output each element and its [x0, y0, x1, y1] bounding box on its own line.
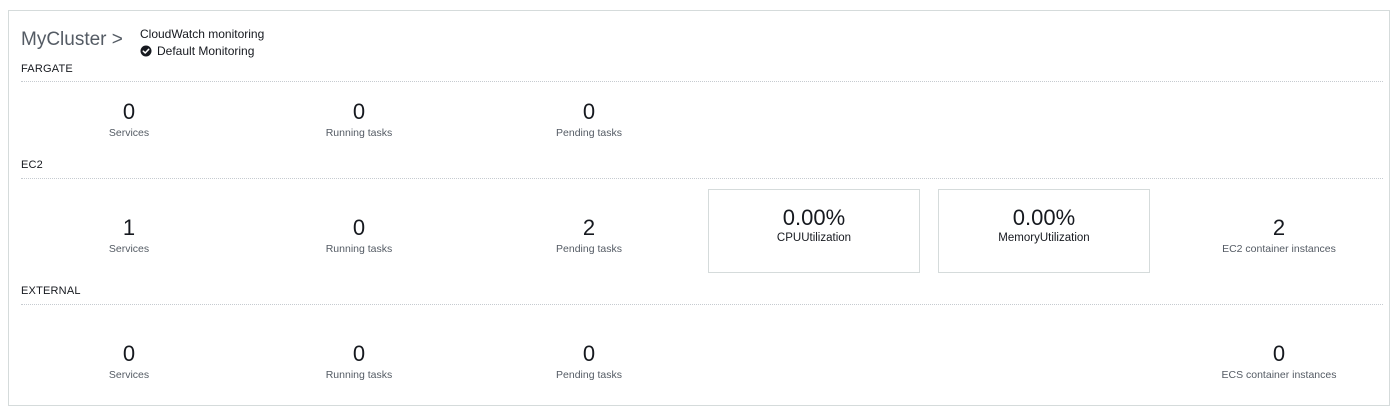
metric-ec2-container-instances: 2 EC2 container instances: [1169, 215, 1389, 256]
cloudwatch-monitoring: CloudWatch monitoring Default Monitoring: [140, 27, 264, 58]
metric-label: CPUUtilization: [776, 232, 852, 244]
metric-value: 0.00%: [782, 205, 846, 230]
section-divider: [21, 304, 1383, 305]
metric-value: 0: [122, 99, 136, 124]
metric-value: 0: [122, 341, 136, 366]
monitoring-title: CloudWatch monitoring: [140, 27, 265, 41]
metric-value: 2: [1272, 215, 1286, 240]
metric-label: Running tasks: [325, 127, 393, 139]
metric-label: Services: [108, 369, 150, 381]
metric-value: 0: [352, 215, 366, 240]
metric-label: Pending tasks: [556, 369, 622, 381]
metric-ec2-services: 1 Services: [19, 215, 239, 256]
check-circle-icon: [140, 45, 152, 57]
section-divider: [21, 178, 1383, 179]
metric-ec2-running-tasks: 0 Running tasks: [249, 215, 469, 256]
metric-value: 0: [582, 341, 596, 366]
cluster-overview-panel: MyCluster > CloudWatch monitoring Defaul…: [8, 10, 1390, 406]
metric-label: Pending tasks: [556, 243, 622, 255]
metric-label: Pending tasks: [556, 127, 622, 139]
section-label-ec2: EC2: [21, 159, 43, 171]
metric-external-pending-tasks: 0 Pending tasks: [479, 341, 699, 382]
metric-value: 0: [582, 99, 596, 124]
section-divider: [21, 81, 1383, 82]
metric-ec2-pending-tasks: 2 Pending tasks: [479, 215, 699, 256]
breadcrumb-chevron: >: [111, 29, 123, 50]
metric-label: EC2 container instances: [1222, 243, 1336, 255]
metric-ec2-cpu-utilization[interactable]: 0.00% CPUUtilization: [708, 189, 920, 273]
cluster-name[interactable]: MyCluster: [21, 29, 107, 50]
metric-value: 2: [582, 215, 596, 240]
monitoring-status-text: Default Monitoring: [157, 44, 255, 58]
metric-label: Services: [108, 127, 150, 139]
metric-fargate-pending-tasks: 0 Pending tasks: [479, 99, 699, 140]
metric-label: Services: [108, 243, 150, 255]
metric-value: 0: [1272, 341, 1286, 366]
section-label-external: EXTERNAL: [21, 285, 81, 297]
metric-value: 0: [352, 99, 366, 124]
metric-label: Running tasks: [325, 369, 393, 381]
cluster-title[interactable]: MyCluster >: [21, 29, 123, 51]
monitoring-status: Default Monitoring: [140, 44, 264, 58]
metric-external-services: 0 Services: [19, 341, 239, 382]
metric-fargate-services: 0 Services: [19, 99, 239, 140]
metric-external-container-instances: 0 ECS container instances: [1169, 341, 1389, 382]
metric-external-running-tasks: 0 Running tasks: [249, 341, 469, 382]
section-label-fargate: FARGATE: [21, 63, 73, 75]
metric-value: 1: [122, 215, 136, 240]
metric-ec2-memory-utilization[interactable]: 0.00% MemoryUtilization: [938, 189, 1150, 273]
metric-value: 0: [352, 341, 366, 366]
metric-label: ECS container instances: [1221, 369, 1337, 381]
metric-value: 0.00%: [1012, 205, 1076, 230]
metric-label: MemoryUtilization: [998, 232, 1090, 244]
metric-fargate-running-tasks: 0 Running tasks: [249, 99, 469, 140]
metric-label: Running tasks: [325, 243, 393, 255]
